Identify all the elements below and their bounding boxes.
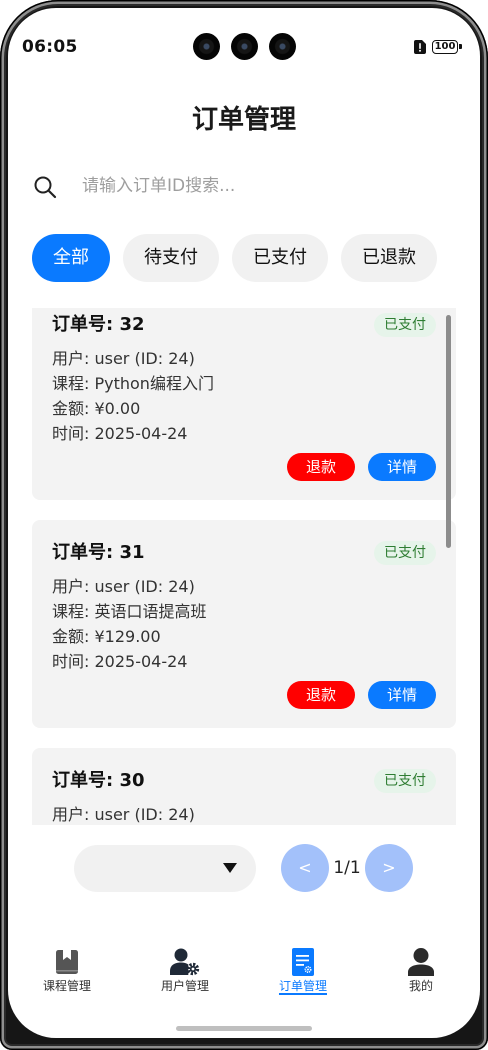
refund-button[interactable]: 退款 [287, 681, 355, 709]
filter-chip-refunded[interactable]: 已退款 [341, 234, 437, 282]
list-scrollbar[interactable] [446, 315, 451, 548]
page-size-select[interactable] [74, 845, 256, 892]
order-number: 订单号: 30 [52, 770, 145, 791]
order-time: 时间: 2025-04-24 [52, 424, 188, 443]
filter-chip-paid[interactable]: 已支付 [232, 234, 328, 282]
camera-cutout [193, 33, 220, 60]
status-badge: 已支付 [374, 769, 436, 793]
status-time: 06:05 [22, 37, 78, 57]
bottom-nav: 课程管理 用户管理 订单管理 我的 [8, 944, 480, 1000]
detail-button[interactable]: 详情 [368, 453, 436, 481]
order-card: 订单号: 31 已支付 用户: user (ID: 24) 课程: 英语口语提高… [32, 520, 456, 728]
book-icon [55, 948, 79, 976]
filter-chip-all[interactable]: 全部 [32, 234, 110, 282]
page-indicator: 1/1 [333, 858, 361, 878]
order-number: 订单号: 31 [52, 542, 145, 563]
order-course: 课程: Python编程入门 [52, 374, 214, 393]
order-card: 订单号: 30 已支付 用户: user (ID: 24) [32, 748, 456, 825]
status-filter-bar: 全部 待支付 已支付 已退款 [32, 234, 437, 282]
status-badge: 已支付 [374, 541, 436, 565]
nav-label: 用户管理 [160, 979, 209, 993]
search-input[interactable] [74, 171, 454, 201]
prev-page-button[interactable]: < [281, 844, 329, 892]
dropdown-arrow-icon [223, 863, 237, 873]
nav-label: 课程管理 [42, 979, 91, 993]
order-number: 订单号: 32 [52, 314, 145, 335]
nav-label: 订单管理 [278, 979, 327, 993]
order-user: 用户: user (ID: 24) [52, 349, 195, 368]
nav-tab-orders[interactable]: 订单管理 [244, 944, 362, 1000]
device-frame: 06:05 100 订单管理 全部 待支付 [0, 0, 488, 1050]
page-title: 订单管理 [191, 105, 296, 135]
user-settings-icon [170, 948, 200, 976]
person-icon [408, 948, 434, 976]
battery-level: 100 [434, 41, 456, 52]
camera-cutout [231, 33, 258, 60]
status-badge: 已支付 [374, 313, 436, 337]
nav-tab-courses[interactable]: 课程管理 [8, 944, 126, 1000]
order-document-icon [291, 948, 315, 976]
order-amount: 金额: ¥0.00 [52, 399, 141, 418]
home-indicator[interactable] [176, 1026, 312, 1031]
filter-chip-pending[interactable]: 待支付 [123, 234, 219, 282]
sim-alert-icon [414, 40, 426, 54]
nav-tab-users[interactable]: 用户管理 [126, 944, 244, 1000]
battery-icon: 100 [432, 40, 462, 54]
nav-tab-profile[interactable]: 我的 [362, 944, 480, 1000]
order-time: 时间: 2025-04-24 [52, 652, 188, 671]
camera-cutout [269, 33, 296, 60]
order-list[interactable]: 订单号: 32 已支付 用户: user (ID: 24) 课程: Python… [32, 308, 456, 825]
nav-label: 我的 [408, 979, 433, 993]
search-icon [33, 175, 57, 199]
app-screen: 06:05 100 订单管理 全部 待支付 [8, 8, 480, 1038]
order-amount: 金额: ¥129.00 [52, 627, 161, 646]
next-page-button[interactable]: > [365, 844, 413, 892]
order-user: 用户: user (ID: 24) [52, 805, 195, 824]
order-user: 用户: user (ID: 24) [52, 577, 195, 596]
order-card: 订单号: 32 已支付 用户: user (ID: 24) 课程: Python… [32, 308, 456, 500]
order-course: 课程: 英语口语提高班 [52, 602, 207, 621]
detail-button[interactable]: 详情 [368, 681, 436, 709]
refund-button[interactable]: 退款 [287, 453, 355, 481]
